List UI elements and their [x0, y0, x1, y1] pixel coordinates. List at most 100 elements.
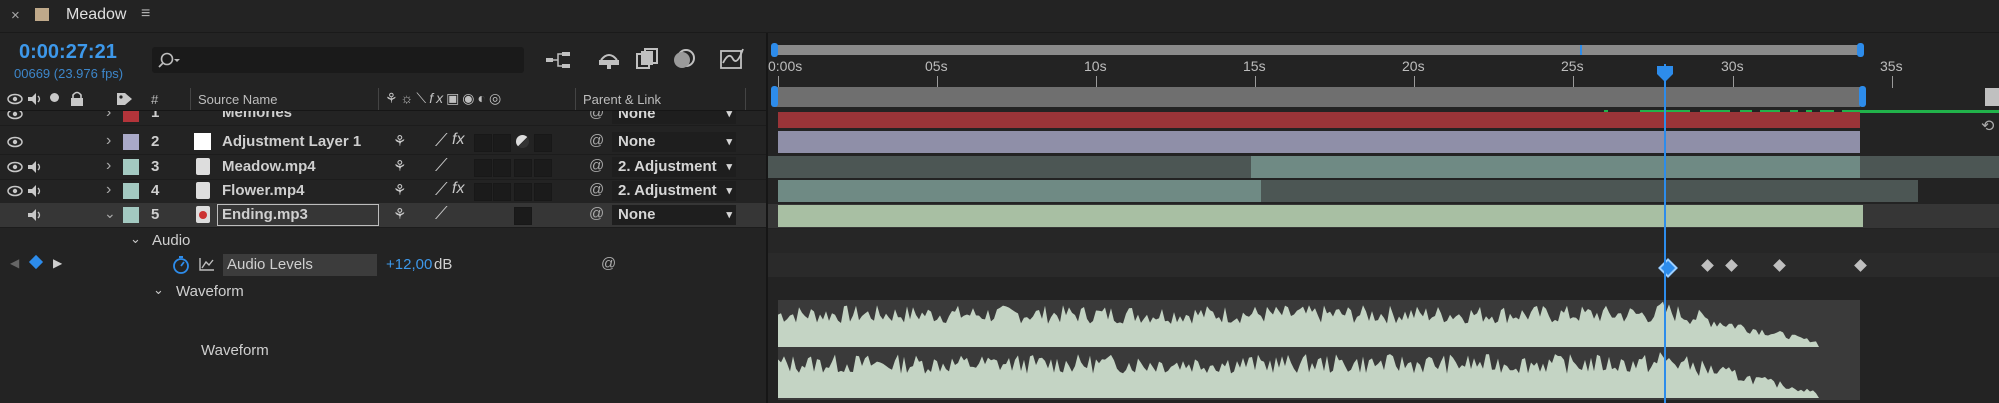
speaker-icon[interactable]	[27, 160, 43, 174]
audio-levels-value[interactable]: +12,00	[386, 256, 432, 273]
stopwatch-icon[interactable]	[172, 256, 190, 274]
playhead-line[interactable]	[1664, 64, 1666, 403]
pickwhip-icon[interactable]: @	[589, 181, 604, 198]
quality-switch-icon[interactable]: ⟋	[435, 179, 448, 200]
graph-editor-icon[interactable]	[719, 47, 745, 71]
solo-icon[interactable]	[50, 93, 59, 102]
comp-marker-bin-icon[interactable]	[1985, 88, 1999, 106]
lock-icon[interactable]	[70, 91, 84, 106]
layer-name[interactable]: Ending.mp3	[222, 206, 308, 223]
eye-icon[interactable]	[7, 93, 23, 105]
eye-icon[interactable]	[7, 185, 23, 197]
shy-switch-icon[interactable]: ⚘	[393, 181, 406, 199]
layer-name[interactable]: Flower.mp4	[222, 182, 305, 199]
parent-dropdown[interactable]: 2. Adjustment ▾	[612, 181, 736, 201]
waveform-property-group[interactable]: ⌄ Waveform	[0, 280, 766, 304]
parent-dropdown[interactable]: 2. Adjustment ▾	[612, 157, 736, 177]
next-keyframe-icon[interactable]: ▶	[53, 256, 62, 270]
speaker-icon[interactable]	[27, 184, 43, 198]
navigator-start-handle[interactable]	[771, 43, 778, 57]
motion-blur-icon[interactable]	[672, 48, 696, 70]
layer-bar-adjustment[interactable]	[778, 131, 1860, 153]
parent-dropdown[interactable]: None ▾	[612, 205, 736, 225]
audio-property-group[interactable]: ⌄ Audio	[0, 229, 766, 253]
time-ruler[interactable]: 0:00s 05s 10s 15s 20s 25s 30s 35s	[768, 58, 1999, 88]
audio-levels-track[interactable]	[768, 253, 1999, 277]
layer-row-selected[interactable]: ⌄ 5 Ending.mp3 ⚘ ⟋ @ None ▾	[0, 203, 766, 228]
effects-switch-icon[interactable]: fx	[452, 180, 464, 198]
pickwhip-icon[interactable]: @	[601, 255, 616, 272]
effects-switch-icon[interactable]: fx	[452, 131, 464, 149]
adjustment-layer-switch-icon[interactable]	[516, 135, 529, 148]
eye-icon[interactable]	[7, 161, 23, 173]
close-icon[interactable]: ×	[11, 7, 20, 24]
label-icon[interactable]	[116, 91, 134, 106]
quality-switch-icon[interactable]: ⟋	[435, 130, 448, 151]
prev-keyframe-icon[interactable]: ◀	[10, 256, 19, 270]
current-time-display[interactable]: 0:00:27:21	[19, 41, 117, 64]
layer-label-color[interactable]	[123, 159, 139, 175]
layer-row[interactable]: › 4 Flower.mp4 ⚘ ⟋ fx @ 2. Adjustment ▾	[0, 179, 766, 204]
collapse-arrow-icon[interactable]: ⌄	[130, 231, 141, 247]
layer-name[interactable]: Adjustment Layer 1	[222, 133, 361, 150]
quality-switch-icon[interactable]: ⟋	[435, 203, 448, 224]
eye-icon[interactable]	[7, 111, 23, 120]
layer-bar-meadow-trim	[768, 156, 1251, 178]
layer-name[interactable]: Memories	[222, 111, 292, 121]
shy-switch-icon[interactable]: ⚘	[393, 132, 406, 150]
speaker-icon[interactable]	[27, 208, 43, 222]
work-area-end-handle[interactable]	[1859, 86, 1866, 107]
time-navigator[interactable]	[775, 45, 1860, 55]
speaker-icon[interactable]	[27, 92, 43, 106]
layer-label-color[interactable]	[123, 134, 139, 150]
expand-arrow-icon[interactable]: ›	[106, 157, 111, 175]
parent-dropdown[interactable]: None ▾	[612, 132, 736, 152]
expand-arrow-icon[interactable]: ›	[106, 132, 111, 150]
collapse-arrow-icon[interactable]: ⌄	[104, 205, 116, 222]
column-source-name[interactable]: Source Name	[198, 92, 277, 107]
eye-icon[interactable]	[7, 136, 23, 148]
expand-arrow-icon[interactable]: ›	[106, 181, 111, 199]
work-area-bar[interactable]	[775, 87, 1860, 107]
playhead-icon[interactable]	[1655, 64, 1675, 84]
layer-label-color[interactable]	[123, 183, 139, 199]
parent-dropdown[interactable]: None ▾	[612, 111, 736, 124]
pickwhip-icon[interactable]: @	[589, 111, 604, 121]
layer-row[interactable]: › 3 Meadow.mp4 ⚘ ⟋ @ 2. Adjustment ▾	[0, 155, 766, 180]
expand-arrow-icon[interactable]: ›	[106, 111, 111, 122]
layer-bar-meadow[interactable]	[1251, 156, 1860, 178]
layer-row[interactable]: › 2 Adjustment Layer 1 ⚘ ⟋ fx @ None ▾	[0, 130, 766, 155]
layer-label-color[interactable]	[123, 207, 139, 223]
layer-label-color[interactable]	[123, 111, 139, 122]
shy-layers-icon[interactable]	[597, 48, 621, 70]
column-parent-link[interactable]: Parent & Link	[583, 92, 661, 107]
pickwhip-icon[interactable]: @	[589, 132, 604, 149]
navigator-end-handle[interactable]	[1857, 43, 1864, 57]
layer-row[interactable]: › 1 Memories @ None ▾	[0, 111, 766, 126]
audio-levels-property[interactable]: ◀ ▶ Audio Levels +12,00 dB @	[0, 253, 766, 277]
shy-switch-icon[interactable]: ⚘	[393, 205, 406, 223]
keyframe-toggle-icon[interactable]	[28, 254, 44, 270]
layer-bar-flower[interactable]	[778, 180, 1261, 202]
audio-waveform	[778, 301, 1860, 398]
ruler-label: 35s	[1880, 58, 1903, 74]
work-area-start-handle[interactable]	[771, 86, 778, 107]
layer-number: 3	[151, 158, 160, 175]
layer-bar-memories[interactable]	[778, 112, 1860, 128]
quality-switch-icon[interactable]: ⟋	[435, 155, 448, 176]
comp-button-icon[interactable]: ⟲	[1981, 116, 1994, 136]
composition-tab-title[interactable]: Meadow	[66, 6, 126, 24]
search-input[interactable]	[152, 47, 524, 73]
layer-bar-ending[interactable]	[778, 205, 1863, 227]
shy-switch-icon[interactable]: ⚘	[393, 157, 406, 175]
frame-blending-icon[interactable]	[635, 48, 659, 70]
column-number[interactable]: #	[151, 92, 158, 107]
pickwhip-icon[interactable]: @	[589, 205, 604, 222]
layer-bar-meadow-tail	[1860, 156, 1999, 178]
pickwhip-icon[interactable]: @	[589, 157, 604, 174]
composition-flowchart-icon[interactable]	[546, 50, 572, 70]
graph-icon[interactable]	[199, 257, 215, 271]
menu-icon[interactable]: ≡	[141, 5, 150, 23]
layer-name[interactable]: Meadow.mp4	[222, 158, 316, 175]
collapse-arrow-icon[interactable]: ⌄	[153, 282, 164, 298]
